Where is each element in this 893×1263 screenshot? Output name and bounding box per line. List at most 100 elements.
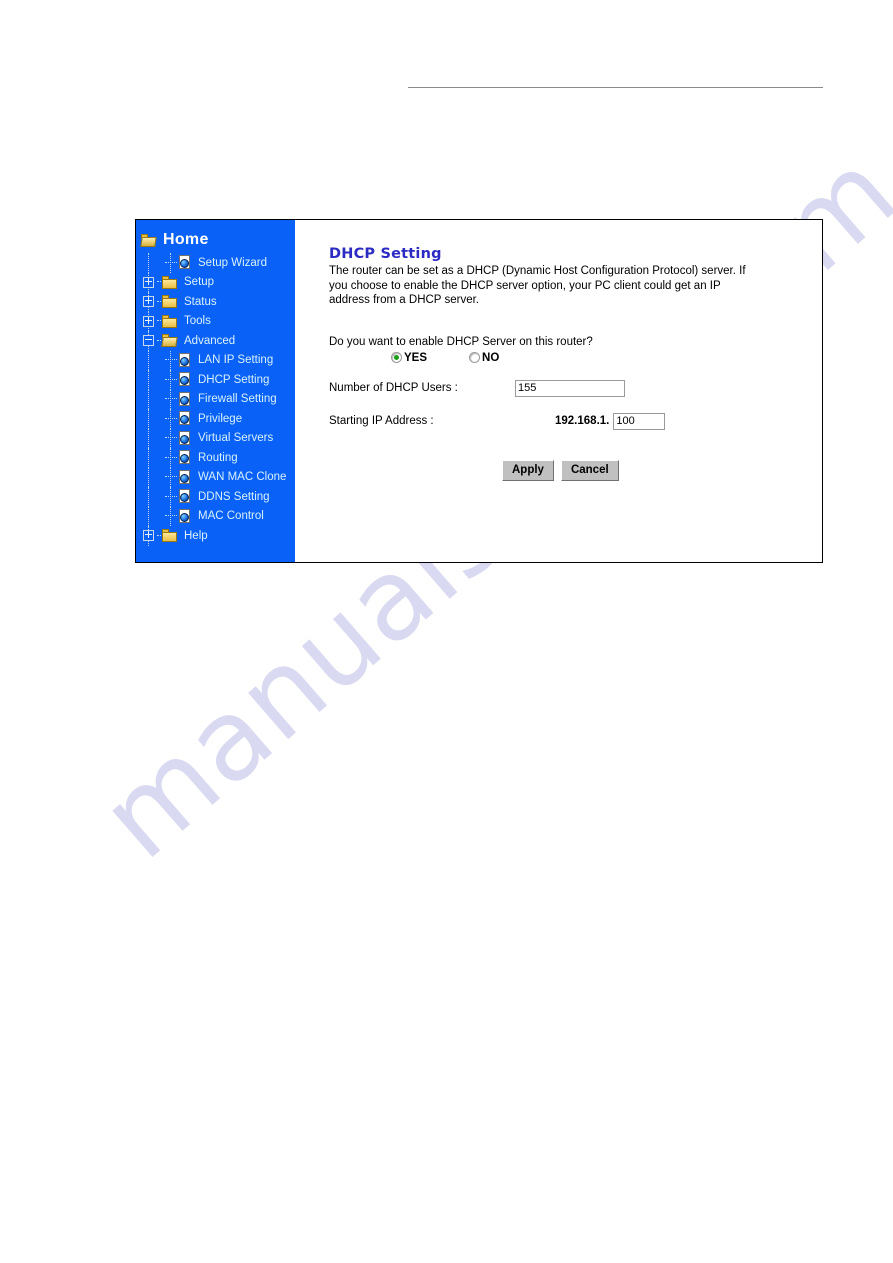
tree-rail bbox=[148, 487, 150, 507]
tree-rail bbox=[170, 389, 172, 409]
tree-connector bbox=[157, 281, 161, 283]
sidebar-item-status[interactable]: Status bbox=[136, 292, 295, 312]
page-globe-icon bbox=[178, 352, 192, 368]
page-globe-icon bbox=[178, 489, 192, 504]
sidebar-item-tools[interactable]: Tools bbox=[136, 311, 295, 331]
sidebar-item-label: Firewall Setting bbox=[198, 393, 277, 406]
tree-rail bbox=[170, 350, 172, 370]
expand-icon[interactable] bbox=[143, 530, 154, 542]
tree-rail bbox=[170, 409, 172, 429]
sidebar-item-label: LAN IP Setting bbox=[198, 354, 274, 367]
tree-rail bbox=[148, 428, 150, 448]
sidebar-item-label: Advanced bbox=[184, 334, 236, 347]
tree-rail bbox=[170, 487, 172, 507]
sidebar-item-label: Virtual Servers bbox=[198, 432, 274, 445]
open-folder-icon bbox=[161, 334, 178, 348]
radio-no-label: NO bbox=[482, 351, 500, 364]
expand-icon[interactable] bbox=[143, 315, 154, 327]
sidebar-item-virtual-servers[interactable]: Virtual Servers bbox=[136, 428, 295, 448]
sidebar-item-label: Tools bbox=[184, 315, 211, 328]
radio-option-no[interactable]: NO bbox=[469, 352, 499, 364]
apply-button[interactable]: Apply bbox=[502, 459, 554, 481]
sidebar-item-label: Help bbox=[184, 529, 208, 542]
sidebar-tree: Setup Wizard Setup Status Tools Advanced LAN … bbox=[136, 253, 295, 546]
sidebar-item-dhcp-setting[interactable]: DHCP Setting bbox=[136, 370, 295, 390]
tree-rail bbox=[148, 350, 150, 370]
page-globe-icon bbox=[178, 450, 192, 465]
page-globe-icon bbox=[178, 255, 192, 270]
radio-yes-label: YES bbox=[404, 351, 428, 364]
sidebar-item-ddns-setting[interactable]: DDNS Setting bbox=[136, 487, 295, 507]
page-header-rule bbox=[408, 87, 823, 88]
tree-connector bbox=[157, 339, 161, 342]
dhcp-users-input[interactable] bbox=[515, 379, 625, 397]
tree-rail bbox=[170, 253, 172, 273]
sidebar-item-setup-wizard[interactable]: Setup Wizard bbox=[136, 253, 295, 273]
starting-ip-row: Starting IP Address : 192.168.1. bbox=[329, 412, 822, 430]
tree-rail bbox=[148, 409, 150, 429]
sidebar-item-privilege[interactable]: Privilege bbox=[136, 409, 295, 429]
sidebar-item-label: MAC Control bbox=[198, 510, 264, 523]
starting-ip-label: Starting IP Address : bbox=[329, 415, 434, 428]
radio-yes[interactable] bbox=[391, 352, 402, 364]
page-globe-icon bbox=[178, 411, 192, 426]
page-watermark: manualshive.com bbox=[0, 0, 893, 1263]
sidebar-item-setup[interactable]: Setup bbox=[136, 272, 295, 292]
sidebar-item-help[interactable]: Help bbox=[136, 526, 295, 546]
dhcp-users-row: Number of DHCP Users : bbox=[329, 379, 822, 397]
collapse-icon[interactable] bbox=[143, 335, 154, 347]
starting-ip-input[interactable] bbox=[613, 412, 666, 430]
sidebar-item-lan-ip-setting[interactable]: LAN IP Setting bbox=[136, 350, 295, 370]
sidebar-item-firewall-setting[interactable]: Firewall Setting bbox=[136, 389, 295, 409]
sidebar-item-label: Privilege bbox=[198, 412, 243, 425]
tree-connector bbox=[157, 320, 161, 322]
sidebar-item-label: Home bbox=[163, 231, 209, 248]
cancel-button[interactable]: Cancel bbox=[560, 459, 619, 481]
folder-icon bbox=[162, 529, 178, 543]
sidebar-item-mac-control[interactable]: MAC Control bbox=[136, 506, 295, 526]
sidebar-item-label: DDNS Setting bbox=[198, 490, 270, 503]
sidebar-item-routing[interactable]: Routing bbox=[136, 448, 295, 468]
sidebar-item-advanced[interactable]: Advanced bbox=[136, 331, 295, 351]
tree-rail bbox=[148, 467, 150, 487]
page-description: The router can be set as a DHCP (Dynamic… bbox=[329, 265, 746, 307]
folder-icon bbox=[162, 295, 178, 309]
folder-icon bbox=[162, 275, 178, 289]
tree-connector bbox=[157, 534, 161, 537]
sidebar-item-home[interactable]: Home bbox=[136, 229, 295, 251]
sidebar-item-label: Routing bbox=[198, 451, 238, 464]
tree-rail bbox=[148, 370, 150, 390]
tree-rail bbox=[170, 428, 172, 448]
page-globe-icon bbox=[178, 391, 192, 407]
page-title: DHCP Setting bbox=[329, 246, 442, 262]
open-folder-icon bbox=[140, 233, 157, 247]
radio-no[interactable] bbox=[469, 352, 481, 364]
sidebar-nav: Home Setup Wizard Setup Status Tools Advance… bbox=[136, 220, 295, 562]
enable-dhcp-radio-group: YES NO bbox=[391, 352, 822, 364]
page-globe-icon bbox=[178, 469, 192, 485]
starting-ip-prefix: 192.168.1. bbox=[555, 415, 610, 428]
tree-rail bbox=[170, 467, 172, 487]
tree-connector bbox=[157, 300, 161, 303]
sidebar-item-label: WAN MAC Clone bbox=[198, 471, 287, 484]
expand-icon[interactable] bbox=[143, 296, 154, 308]
page-globe-icon bbox=[178, 372, 192, 387]
form-actions: Apply Cancel bbox=[502, 459, 822, 481]
dhcp-users-label: Number of DHCP Users : bbox=[329, 382, 458, 395]
page-globe-icon bbox=[178, 430, 192, 446]
tree-rail bbox=[148, 253, 150, 273]
sidebar-item-label: Setup Wizard bbox=[198, 256, 268, 269]
sidebar-item-label: DHCP Setting bbox=[198, 373, 270, 386]
page-globe-icon bbox=[178, 508, 192, 524]
tree-rail bbox=[148, 389, 150, 409]
radio-option-yes[interactable]: YES bbox=[391, 352, 427, 364]
sidebar-item-label: Setup bbox=[184, 276, 215, 289]
tree-rail bbox=[170, 370, 172, 390]
tree-rail bbox=[148, 506, 150, 526]
content-pane: DHCP Setting The router can be set as a … bbox=[295, 220, 822, 562]
tree-rail bbox=[170, 448, 172, 468]
tree-rail bbox=[148, 448, 150, 468]
sidebar-item-wan-mac-clone[interactable]: WAN MAC Clone bbox=[136, 467, 295, 487]
expand-icon[interactable] bbox=[143, 276, 154, 288]
sidebar-item-label: Status bbox=[184, 295, 217, 308]
